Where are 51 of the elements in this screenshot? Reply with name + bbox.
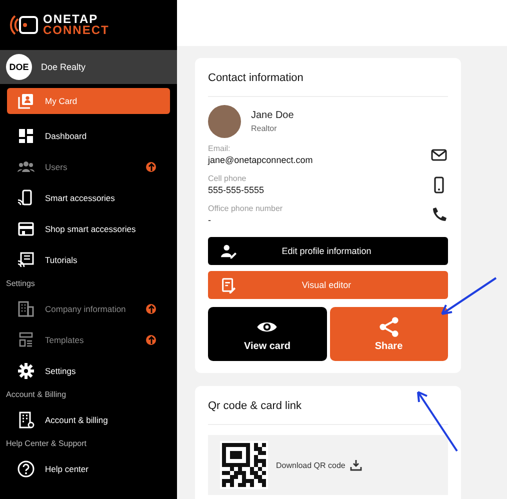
download-link[interactable]: Download QR code	[276, 459, 362, 471]
nav-item[interactable]: Shop smart accessories	[7, 213, 170, 244]
dashboard-icon	[17, 126, 35, 144]
field-value: 555-555-5555	[208, 185, 264, 195]
annotation-arrow	[415, 390, 459, 452]
account-name: Doe Realty	[41, 62, 86, 72]
nav-item[interactable]: Smart accessories	[7, 182, 170, 213]
view-card-button[interactable]: View card	[208, 307, 326, 361]
profile-name: Jane Doe	[251, 110, 294, 121]
account-switcher[interactable]: DOE Doe Realty	[0, 50, 177, 84]
document-edit-icon	[220, 276, 237, 294]
nav-section-heading: Account & Billing	[6, 389, 68, 401]
profile-role: Realtor	[251, 124, 278, 133]
edit-profile-button[interactable]: Edit profile information	[208, 237, 448, 265]
logo-wordmark: ONETAP	[43, 14, 98, 25]
qr-code-drawing	[220, 441, 268, 489]
photo-placeholder	[208, 105, 241, 138]
user-edit-icon	[220, 242, 237, 260]
nav-item[interactable]: Settings	[7, 355, 170, 386]
building-gear-icon	[17, 410, 35, 428]
phone-signal-icon	[17, 188, 35, 206]
nav-item[interactable]: Dashboard	[7, 120, 170, 151]
card-title: Contact information	[208, 72, 448, 97]
visual-editor-button[interactable]: Visual editor	[208, 271, 448, 299]
contact-card-icon	[17, 92, 35, 110]
card-title: Qr code & card link	[208, 400, 448, 425]
help-icon	[17, 460, 35, 478]
field-label: Cell phone	[208, 174, 248, 183]
field-label: Office phone number	[208, 204, 283, 213]
logo-icon	[9, 14, 39, 36]
nav-section-heading: Settings	[6, 278, 36, 290]
nav-item[interactable]: Help center	[7, 453, 170, 484]
share-button[interactable]: Share	[330, 307, 448, 361]
layout-icon	[17, 330, 35, 348]
nav-item[interactable]: Tutorials	[7, 244, 170, 275]
nav-item[interactable]: Account & billing	[7, 404, 170, 435]
screen-cast-icon	[17, 250, 35, 268]
field-label: Email:	[208, 144, 232, 153]
company-logo: DOE	[6, 54, 32, 80]
field-value: -	[208, 215, 212, 225]
download-icon	[350, 459, 362, 471]
annotation-arrow	[439, 277, 497, 317]
storefront-icon	[17, 220, 35, 238]
nav-item[interactable]: My Card	[7, 88, 170, 114]
field-value: jane@onetapconnect.com	[208, 155, 313, 165]
settings-icon	[17, 362, 35, 380]
share-icon	[378, 316, 400, 338]
phone-icon	[430, 206, 448, 224]
nav-section-heading: Help Center & Support	[6, 438, 88, 450]
logo-wordmark: CONNECT	[43, 25, 110, 36]
building-icon	[17, 300, 35, 318]
